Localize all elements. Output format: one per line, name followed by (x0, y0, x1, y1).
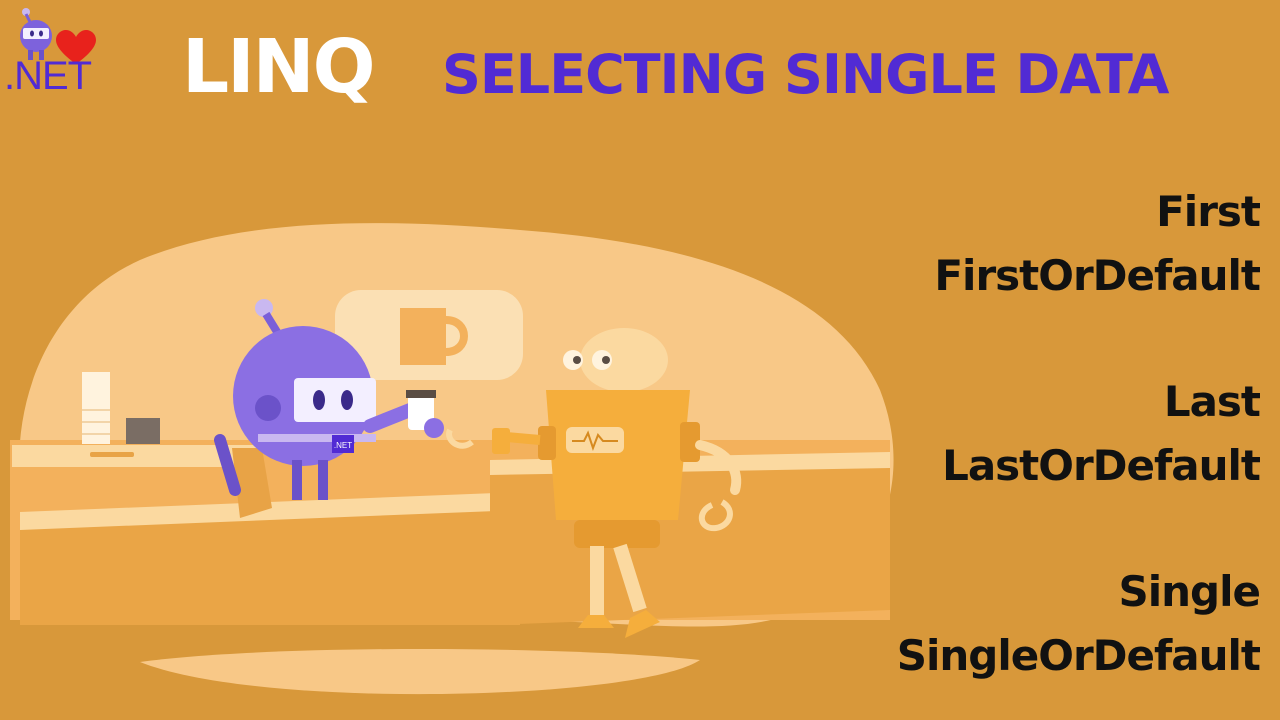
linq-methods-list: First FirstOrDefault Last LastOrDefault … (840, 180, 1262, 688)
page-subtitle: SELECTING SINGLE DATA (442, 43, 1169, 106)
method-single: Single (1118, 567, 1262, 616)
right-counter (490, 458, 890, 625)
robot-badge-text: .NET (334, 441, 352, 450)
method-first-or-default: FirstOrDefault (934, 251, 1261, 300)
floor-shadow (140, 648, 700, 695)
slide: .NET LINQ SELECTING SINGLE DATA .NET Fir… (0, 0, 1280, 720)
method-first: First (1156, 187, 1261, 236)
method-single-or-default: SingleOrDefault (896, 631, 1261, 680)
lid-stack (126, 418, 160, 444)
shelf-slot (90, 452, 134, 457)
mug-icon (400, 308, 446, 365)
logo-text: .NET (4, 54, 92, 98)
method-last-or-default: LastOrDefault (942, 441, 1261, 490)
robots-coffee-illustration: .NET (10, 223, 894, 695)
method-last: Last (1163, 377, 1261, 426)
page-title: LINQ (182, 24, 376, 110)
